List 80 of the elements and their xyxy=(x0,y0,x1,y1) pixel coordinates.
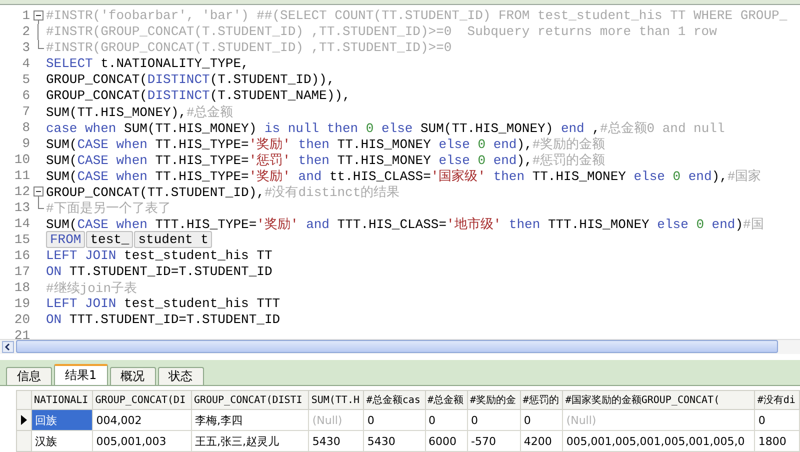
line-number: 12 xyxy=(13,184,30,200)
fold-end-icon xyxy=(38,200,44,209)
fold-collapse-icon[interactable] xyxy=(32,8,44,24)
line-number: 17 xyxy=(13,264,30,280)
column-header[interactable]: #总金额 xyxy=(425,390,468,410)
table-cell[interactable]: 李梅,李四 xyxy=(191,410,309,430)
column-header[interactable]: GROUP_CONCAT(DISTI xyxy=(191,390,309,410)
line-number: 20 xyxy=(13,312,30,328)
code-line: SUM(CASE when TT.HIS_TYPE='奖励' and tt.HIS_CLASS='国家级' then TT.HIS_MONEY else 0 end),#国家 xyxy=(46,168,762,185)
code-line: #INSTR(GROUP_CONCAT(T.STUDENT_ID) ,TT.STUDENT_ID)>=0 xyxy=(46,40,452,56)
column-header[interactable]: #惩罚的 xyxy=(520,390,563,410)
code-line: SUM(CASE when TT.HIS_TYPE='惩罚' then TT.HIS_MONEY else 0 end),#惩罚的金额 xyxy=(46,152,606,169)
line-number: 6 xyxy=(21,88,30,104)
code-line: GROUP_CONCAT(DISTINCT(T.STUDENT_NAME)), xyxy=(46,88,350,104)
code-line: SUM(CASE when TT.HIS_TYPE='奖励' then TT.HIS_MONEY else 0 end),#奖励的金额 xyxy=(46,136,606,153)
table-cell[interactable]: 005,001,003 xyxy=(92,430,192,452)
code-line: ON TT.STUDENT_ID=T.STUDENT_ID xyxy=(46,264,272,280)
code-line: SELECT t.NATIONALITY_TYPE, xyxy=(46,56,249,72)
fold-end-icon xyxy=(38,40,44,49)
code-line: ON TTT.STUDENT_ID=T.STUDENT_ID xyxy=(46,312,280,328)
table-cell[interactable]: 5430 xyxy=(364,430,426,452)
table-cell[interactable]: 回族 xyxy=(32,410,93,430)
table-cell[interactable]: 汉族 xyxy=(32,430,93,452)
table-cell[interactable]: 1800 xyxy=(754,430,800,452)
code-line: #下面是另一个了表了 xyxy=(46,200,171,217)
table-cell[interactable]: 4200 xyxy=(520,430,563,452)
line-number: 19 xyxy=(13,296,30,312)
code-line: SUM(TT.HIS_MONEY),#总金额 xyxy=(46,104,234,121)
tab[interactable]: 信息 xyxy=(6,367,52,385)
table-cell[interactable]: 0 xyxy=(520,410,563,430)
column-header[interactable]: GROUP_CONCAT(DI xyxy=(92,390,192,410)
code-line: GROUP_CONCAT(DISTINCT(T.STUDENT_ID)), xyxy=(46,72,335,88)
code-line: #INSTR('foobarbar', 'bar') ##(SELECT COUNT(TT.STUDENT_ID) FROM test_student_his TT WHERE GROUP_ xyxy=(46,8,788,24)
tab[interactable]: 概况 xyxy=(110,367,156,385)
fold-collapse-icon[interactable] xyxy=(32,184,44,200)
line-number: 10 xyxy=(13,152,30,168)
line-number: 18 xyxy=(13,280,30,296)
column-header[interactable]: #国家奖励的金额GROUP_CONCAT( xyxy=(562,390,755,410)
current-row-icon xyxy=(20,414,28,426)
code-line: LEFT JOIN test_student_his TT xyxy=(46,248,272,264)
code-line: FROM test_ student t xyxy=(46,232,214,248)
table-cell[interactable]: 王五,张三,赵灵儿 xyxy=(191,430,309,452)
line-number: 7 xyxy=(21,104,30,120)
table-cell[interactable]: 0 xyxy=(754,410,800,430)
scrollbar-thumb[interactable] xyxy=(16,340,778,354)
table-cell[interactable]: 6000 xyxy=(425,430,468,452)
column-header[interactable]: NATIONALI xyxy=(32,390,93,410)
line-number: 11 xyxy=(13,168,30,184)
table-cell[interactable]: 0 xyxy=(468,410,520,430)
line-number: 4 xyxy=(21,56,30,72)
table-cell[interactable]: 005,001,005,001,005,001,005,0 xyxy=(562,430,755,452)
table-cell[interactable]: 0 xyxy=(425,410,468,430)
line-number: 15 xyxy=(13,232,30,248)
line-number: 14 xyxy=(13,216,30,232)
table-cell[interactable]: 0 xyxy=(364,410,426,430)
code-line: SUM(CASE when TTT.HIS_TYPE='奖励' and TTT.HIS_CLASS='地市级' then TTT.HIS_MONEY else 0 end)#国 xyxy=(46,216,764,233)
line-number: 1 xyxy=(21,8,30,24)
code-line: #INSTR(GROUP_CONCAT(T.STUDENT_ID) ,TT.STUDENT_ID)>=0 Subquery returns more than 1 row xyxy=(46,24,717,40)
column-header[interactable]: #奖励的金 xyxy=(468,390,520,410)
table-cell[interactable]: -570 xyxy=(468,430,520,452)
tab[interactable]: 结果1 xyxy=(54,364,108,385)
table-cell[interactable]: 5430 xyxy=(308,430,364,452)
line-number: 9 xyxy=(21,136,30,152)
line-number: 2 xyxy=(21,24,30,40)
code-line: LEFT JOIN test_student_his TTT xyxy=(46,296,280,312)
column-header[interactable]: #总金额cas xyxy=(364,390,426,410)
line-number: 16 xyxy=(13,248,30,264)
line-number: 5 xyxy=(21,72,30,88)
scroll-left-icon[interactable] xyxy=(2,340,14,353)
table-cell[interactable]: 004,002 xyxy=(92,410,192,430)
fold-line-icon xyxy=(37,24,39,40)
line-number: 8 xyxy=(21,120,30,136)
code-line: #继续join子表 xyxy=(46,280,138,297)
line-number: 13 xyxy=(13,200,30,216)
tab[interactable]: 状态 xyxy=(158,367,204,385)
column-header[interactable]: SUM(TT.H xyxy=(308,390,364,410)
line-number: 3 xyxy=(21,40,30,56)
code-line: case when SUM(TT.HIS_MONEY) is null then 0 else SUM(TT.HIS_MONEY) end ,#总金额0 and null xyxy=(46,120,725,137)
column-header[interactable]: #没有di xyxy=(754,390,800,410)
code-line: GROUP_CONCAT(TT.STUDENT_ID),#没有distinct的结果 xyxy=(46,184,400,201)
